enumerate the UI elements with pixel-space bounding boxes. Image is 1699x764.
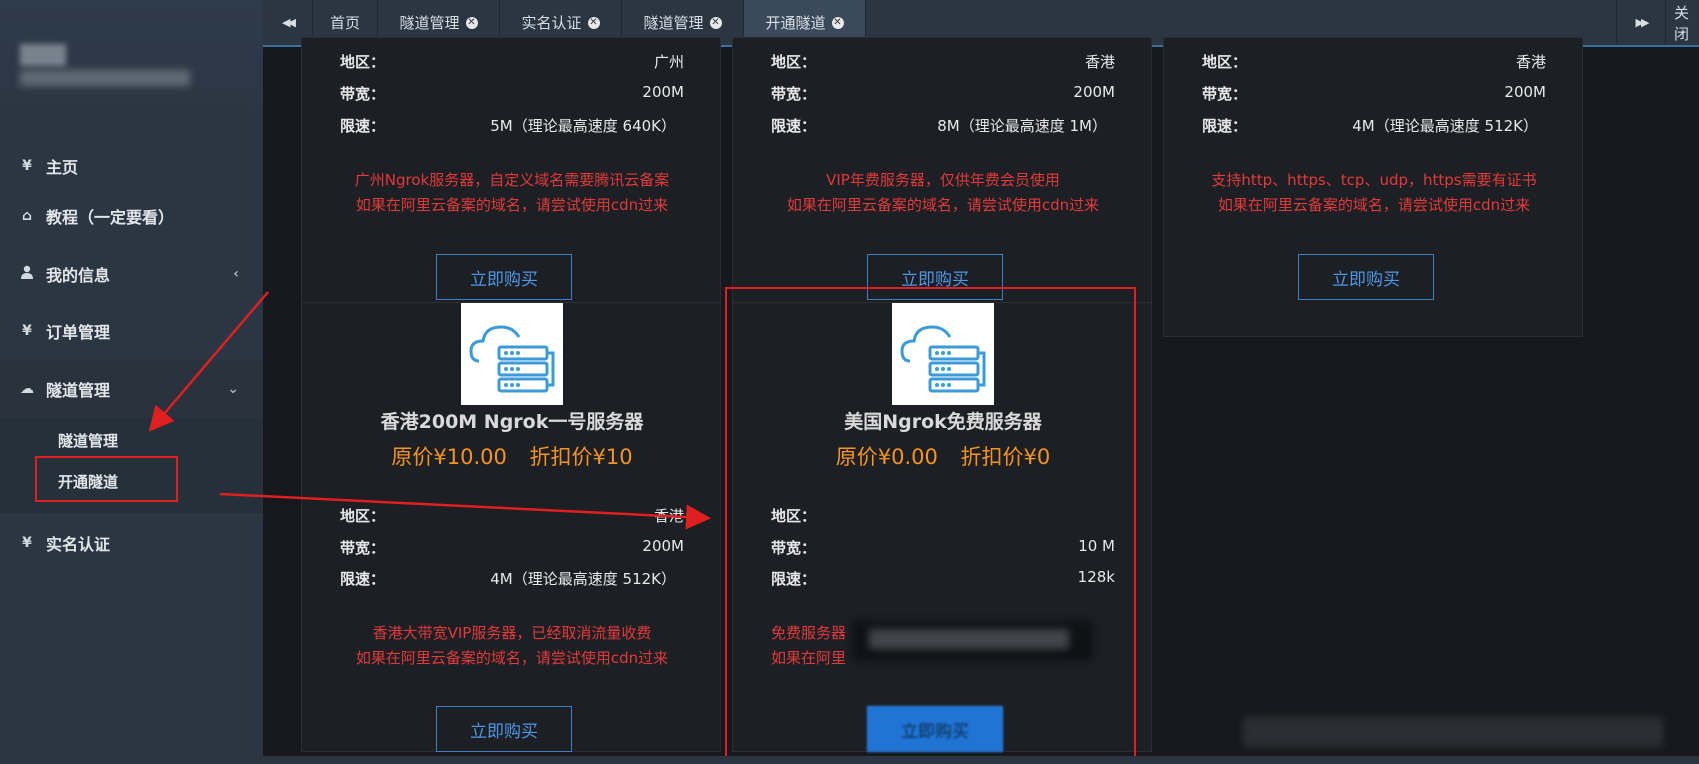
close-icon[interactable]: ✕ [587,16,600,29]
card-description: 广州Ngrok服务器，自定义域名需要腾讯云备案 如果在阿里云备案的域名，请尝试使… [322,168,702,218]
price-line: 原价¥10.00 折扣价¥10 [302,441,722,471]
yen-icon: ¥ [22,158,32,174]
bandwidth-label: 带宽： [1202,85,1248,103]
blurred-username [20,70,190,86]
speed-value: 8M（理论最高速度 1M） [937,117,1107,135]
card-description: 支持http、https、tcp、udp，https需要有证书 如果在阿里云备案… [1184,168,1564,218]
close-icon[interactable]: ✕ [465,16,478,29]
sidebar-item-tunnels[interactable]: ☁ 隧道管理 ⌄ [0,360,263,418]
tab-label: 实名认证 [521,14,582,32]
close-tabs-button[interactable]: 关闭 [1666,0,1699,45]
tab-label: 开通隧道 [765,14,826,32]
speed-label: 限速： [340,117,386,135]
yen-icon: ¥ [22,535,32,551]
server-card-hk-200m: 香港200M Ngrok一号服务器 原价¥10.00 折扣价¥10 地区： 香港… [301,302,721,752]
close-tabs-label: 关闭 [1674,3,1690,43]
sidebar-item-label: 教程（一定要看） [46,208,175,227]
region-label: 地区： [340,507,386,525]
tab-label: 隧道管理 [399,14,460,32]
buy-now-button[interactable]: 立即购买 [436,254,572,300]
description-line-2: 如果在阿里云备案的域名，请尝试使用cdn过来 [1217,196,1531,214]
bandwidth-value: 200M [1073,83,1115,101]
highlight-box-us-card [725,287,1136,761]
bandwidth-value: 200M [642,537,684,555]
sidebar-item-label: 订单管理 [46,323,111,342]
region-value: 香港 [653,507,684,525]
tabs-next-button[interactable]: ▶▶ [1616,0,1666,45]
user-icon [18,265,36,283]
buy-now-button[interactable]: 立即购买 [436,706,572,752]
bandwidth-value: 200M [1504,83,1546,101]
speed-value: 5M（理论最高速度 640K） [490,117,676,135]
server-card-hk-multi: 地区： 香港 带宽： 200M 限速： 4M（理论最高速度 512K） 支持ht… [1163,37,1583,337]
buy-now-button[interactable]: 立即购买 [1298,254,1434,300]
region-label: 地区： [771,53,817,71]
region-value: 香港 [1515,53,1546,71]
yen-icon: ¥ [22,323,32,339]
description-line-1: 香港大带宽VIP服务器，已经取消流量收费 [372,624,652,642]
double-left-icon: ◀◀ [282,16,296,29]
main-content: 地区： 广州 带宽： 200M 限速： 5M（理论最高速度 640K） 广州Ng… [263,37,1699,764]
description-line-2: 如果在阿里云备案的域名，请尝试使用cdn过来 [355,649,669,667]
tab-label: 隧道管理 [643,14,704,32]
region-value: 香港 [1084,53,1115,71]
double-right-icon: ▶▶ [1635,16,1650,29]
description-line-1: VIP年费服务器，仅供年费会员使用 [826,171,1060,189]
chevron-left-icon: ‹ [233,266,239,282]
close-icon[interactable]: ✕ [709,16,722,29]
server-title: 香港200M Ngrok一号服务器 [380,411,644,433]
speed-label: 限速： [771,117,817,135]
cloud-icon: ☁ [20,381,34,397]
card-description: 香港大带宽VIP服务器，已经取消流量收费 如果在阿里云备案的域名，请尝试使用cd… [322,621,702,671]
bandwidth-label: 带宽： [340,539,386,557]
sidebar-item-label: 主页 [46,158,79,177]
blurred-avatar [20,44,66,66]
sidebar-item-label: 隧道管理 [46,381,111,400]
home-icon: ⌂ [21,208,33,224]
speed-label: 限速： [1202,117,1248,135]
submenu-item-tunnel-manage[interactable]: 隧道管理 [58,430,118,451]
server-cloud-icon [461,303,563,405]
tab-label: 首页 [329,14,360,32]
description-line-2: 如果在阿里云备案的域名，请尝试使用cdn过来 [355,196,669,214]
bandwidth-value: 200M [642,83,684,101]
bandwidth-label: 带宽： [340,85,386,103]
brand-area [0,0,263,120]
discount-price: 折扣价¥10 [529,445,633,469]
card-description: VIP年费服务器，仅供年费会员使用 如果在阿里云备案的域名，请尝试使用cdn过来 [753,168,1133,218]
description-line-2: 如果在阿里云备案的域名，请尝试使用cdn过来 [786,196,1100,214]
sidebar-item-tutorial[interactable]: ⌂ 教程（一定要看） [0,187,263,245]
description-line-1: 广州Ngrok服务器，自定义域名需要腾讯云备案 [354,171,670,189]
sidebar-item-my-info[interactable]: 我的信息 ‹ [0,245,263,303]
sidebar-item-orders[interactable]: ¥ 订单管理 [0,302,263,360]
sidebar-item-realname[interactable]: ¥ 实名认证 [0,514,263,572]
bandwidth-label: 带宽： [771,85,817,103]
sidebar: ¥ 主页 ⌂ 教程（一定要看） 我的信息 ‹ ¥ 订单管理 ☁ 隧道管理 ⌄ 隧… [0,0,263,764]
region-value: 广州 [653,53,684,71]
close-icon[interactable]: ✕ [831,16,844,29]
sidebar-item-label: 实名认证 [46,535,111,554]
region-label: 地区： [1202,53,1248,71]
description-line-1: 支持http、https、tcp、udp，https需要有证书 [1211,171,1537,189]
highlight-box-open-tunnel [35,456,178,502]
sidebar-item-label: 我的信息 [46,266,111,285]
speed-value: 4M（理论最高速度 512K） [1352,117,1538,135]
original-price: 原价¥10.00 [391,445,507,469]
region-label: 地区： [340,53,386,71]
horizontal-scrollbar[interactable] [263,756,1699,764]
speed-value: 4M（理论最高速度 512K） [490,570,676,588]
speed-label: 限速： [340,570,386,588]
server-card-guangzhou: 地区： 广州 带宽： 200M 限速： 5M（理论最高速度 640K） 广州Ng… [301,37,721,337]
chevron-down-icon: ⌄ [227,381,239,397]
blurred-watermark [1243,717,1663,747]
